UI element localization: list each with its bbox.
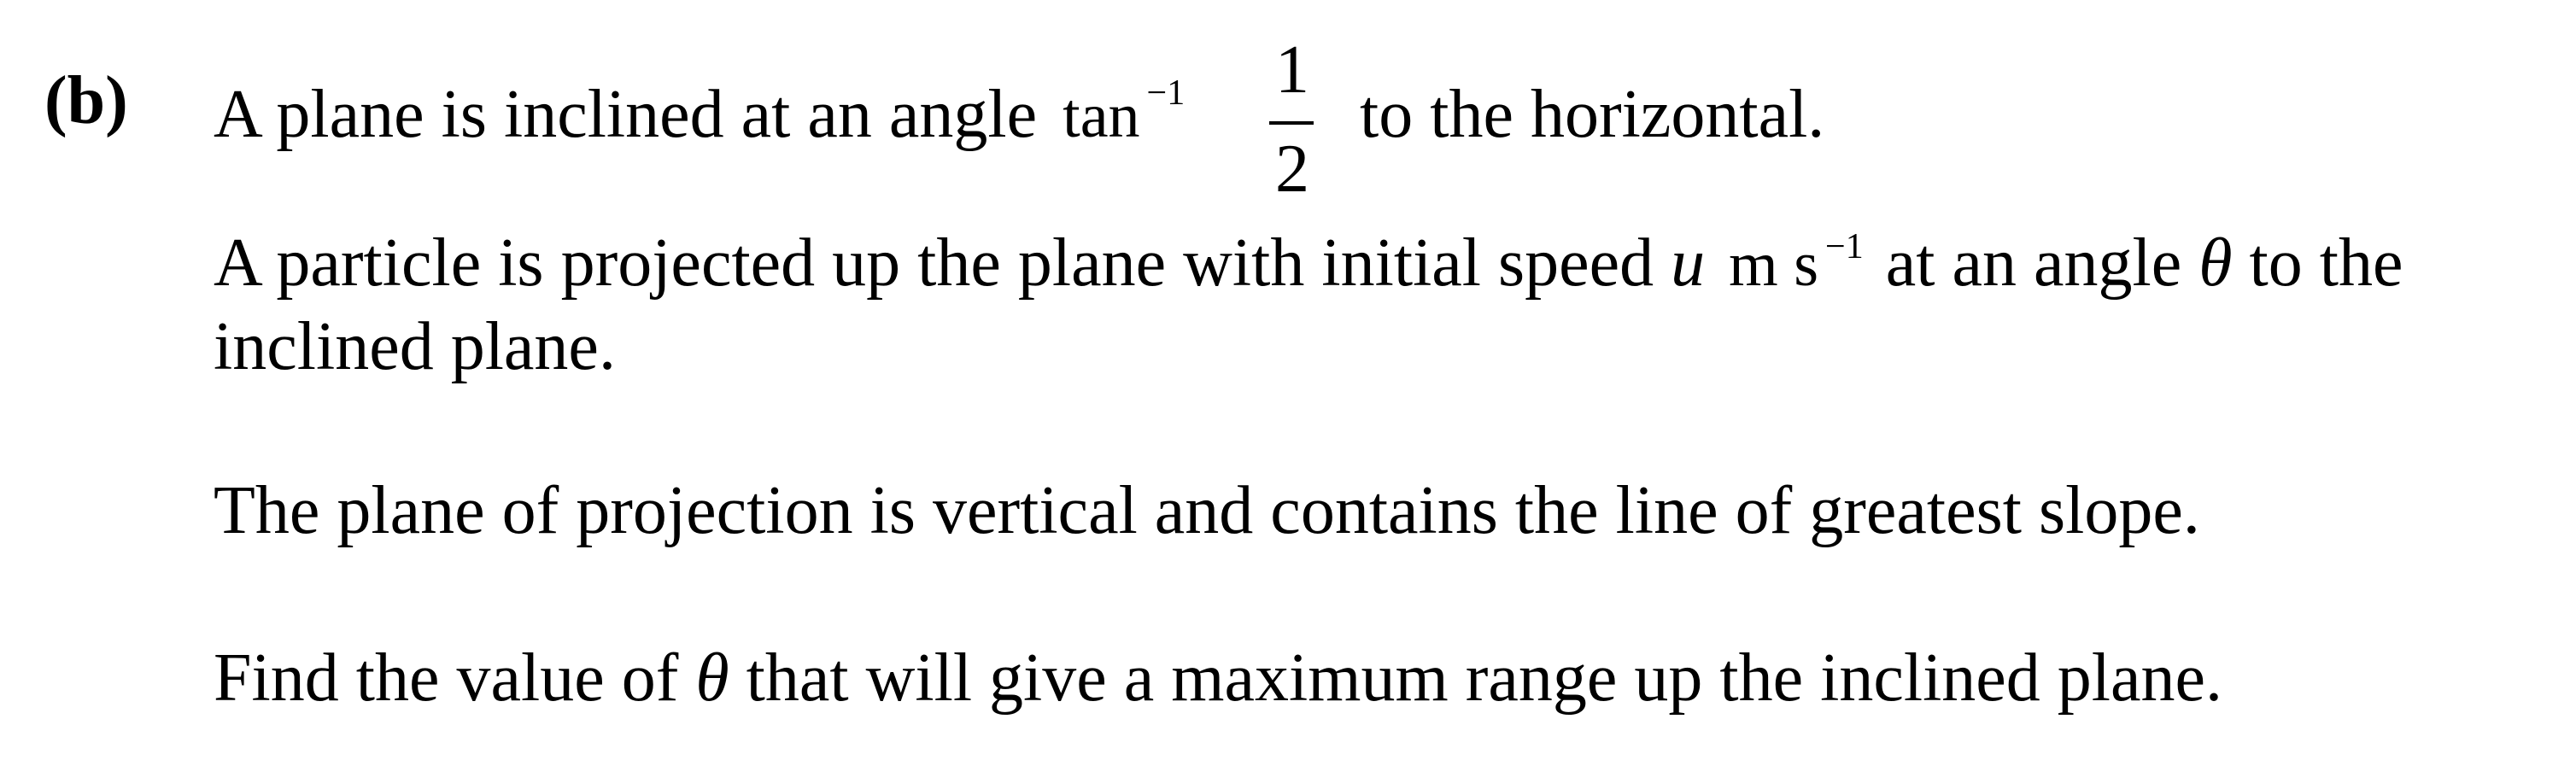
tan-inverse-exponent: −1 [1146,73,1186,113]
line1-lead-text: A plane is inclined at an angle [214,77,1038,152]
speed-units: m s [1729,230,1819,300]
fraction-denominator: 2 [1275,132,1309,207]
tan-function: tan [1063,81,1140,151]
line2-tail-text: to the [2249,225,2403,301]
part-label: (b) [44,63,128,138]
fraction-one-half: 1 2 [1262,34,1322,205]
fraction-bar [1269,121,1314,125]
line5-lead-text: Find the value of [214,640,679,716]
question-line-5: Find the value of θ that will give a max… [214,644,2222,712]
angle-variable-2: θ [695,640,729,716]
speed-variable: u [1671,225,1706,301]
question-line-4: The plane of projection is vertical and … [214,473,2200,548]
units-exponent: −1 [1825,227,1864,266]
question-line-1: A plane is inclined at an angle tan −1 1 2… [214,36,1824,203]
fraction-numerator: 1 [1275,32,1309,108]
line5-tail-text: that will give a maximum range up the in… [746,640,2223,716]
question-page: (b) A plane is inclined at an angle tan −1… [0,0,2576,760]
line2-middle-text: at an angle [1885,225,2182,301]
question-line-2: A particle is projected up the plane wit… [214,229,2403,297]
angle-variable: θ [2198,225,2233,301]
line1-tail-text: to the horizontal. [1360,77,1825,152]
line2-lead-text: A particle is projected up the plane wit… [214,225,1654,301]
question-line-3: inclined plane. [214,309,616,384]
